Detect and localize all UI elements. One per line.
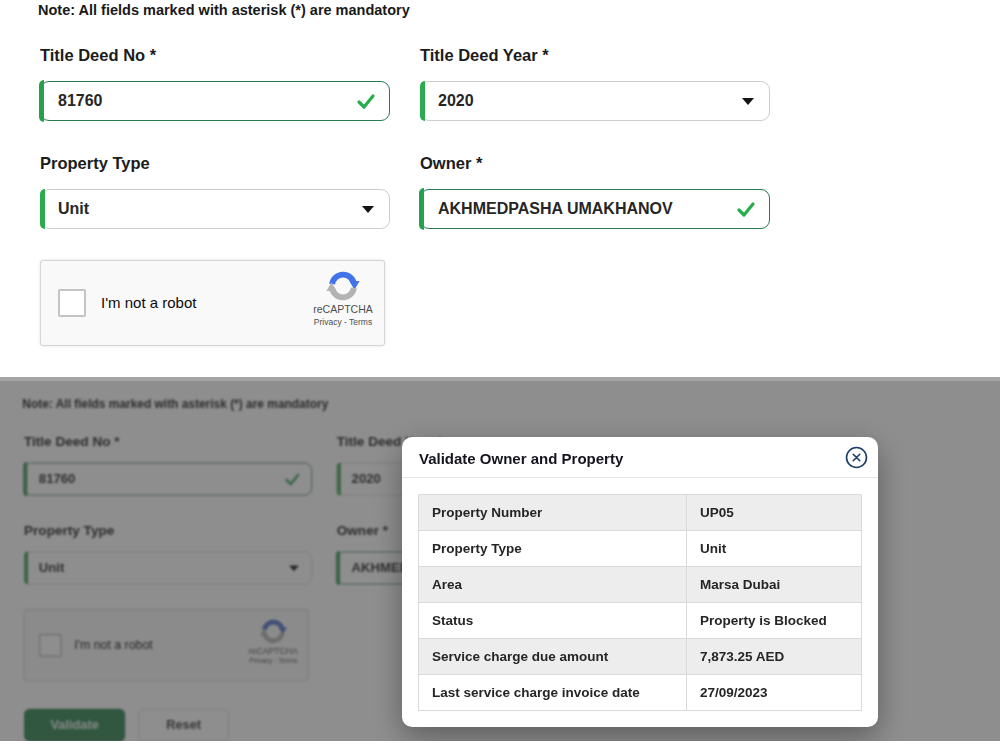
validation-form: Note: All fields marked with asterisk (*… bbox=[40, 0, 820, 425]
modal-backdrop-section: Note: All fields marked with asterisk (*… bbox=[0, 377, 1000, 741]
table-row: Last service charge invoice date 27/09/2… bbox=[419, 675, 862, 711]
modal-title: Validate Owner and Property bbox=[419, 450, 623, 467]
recaptcha-terms[interactable]: Privacy - Terms bbox=[314, 317, 372, 327]
recaptcha-label: I'm not a robot bbox=[101, 294, 196, 311]
title-deed-no-value: 81760 bbox=[41, 92, 103, 110]
valid-check-icon bbox=[736, 199, 756, 219]
chevron-down-icon bbox=[742, 98, 754, 105]
valid-check-icon bbox=[356, 91, 376, 111]
mandatory-note: Note: All fields marked with asterisk (*… bbox=[38, 2, 410, 18]
property-type-label: Property Type bbox=[40, 154, 150, 173]
property-type-value: Unit bbox=[41, 200, 89, 218]
recaptcha-brand: reCAPTCHA bbox=[313, 303, 373, 315]
close-icon[interactable] bbox=[845, 446, 868, 469]
recaptcha-widget: I'm not a robot reCAPTCHA Privacy - Term… bbox=[40, 260, 385, 346]
modal-header: Validate Owner and Property bbox=[402, 437, 878, 478]
title-deed-no-input[interactable]: 81760 bbox=[40, 81, 390, 121]
table-row: Service charge due amount 7,873.25 AED bbox=[419, 639, 862, 675]
validate-result-modal: Validate Owner and Property Property Num… bbox=[402, 437, 878, 727]
recaptcha-checkbox[interactable] bbox=[58, 289, 86, 317]
owner-label: Owner * bbox=[420, 154, 482, 173]
property-type-select[interactable]: Unit bbox=[40, 189, 390, 229]
title-deed-no-label: Title Deed No * bbox=[40, 46, 156, 65]
title-deed-year-value: 2020 bbox=[421, 92, 474, 110]
recaptcha-logo: reCAPTCHA Privacy - Terms bbox=[310, 269, 376, 327]
recaptcha-icon bbox=[326, 269, 360, 303]
title-deed-year-label: Title Deed Year * bbox=[420, 46, 549, 65]
property-details-table: Property Number UP05 Property Type Unit … bbox=[418, 494, 862, 711]
table-row: Area Marsa Dubai bbox=[419, 567, 862, 603]
owner-value: AKHMEDPASHA UMAKHANOV bbox=[421, 200, 673, 218]
owner-input[interactable]: AKHMEDPASHA UMAKHANOV bbox=[420, 189, 770, 229]
chevron-down-icon bbox=[362, 206, 374, 213]
table-row: Status Property is Blocked bbox=[419, 603, 862, 639]
title-deed-year-select[interactable]: 2020 bbox=[420, 81, 770, 121]
table-row: Property Type Unit bbox=[419, 531, 862, 567]
table-row: Property Number UP05 bbox=[419, 495, 862, 531]
modal-body: Property Number UP05 Property Type Unit … bbox=[402, 478, 878, 727]
